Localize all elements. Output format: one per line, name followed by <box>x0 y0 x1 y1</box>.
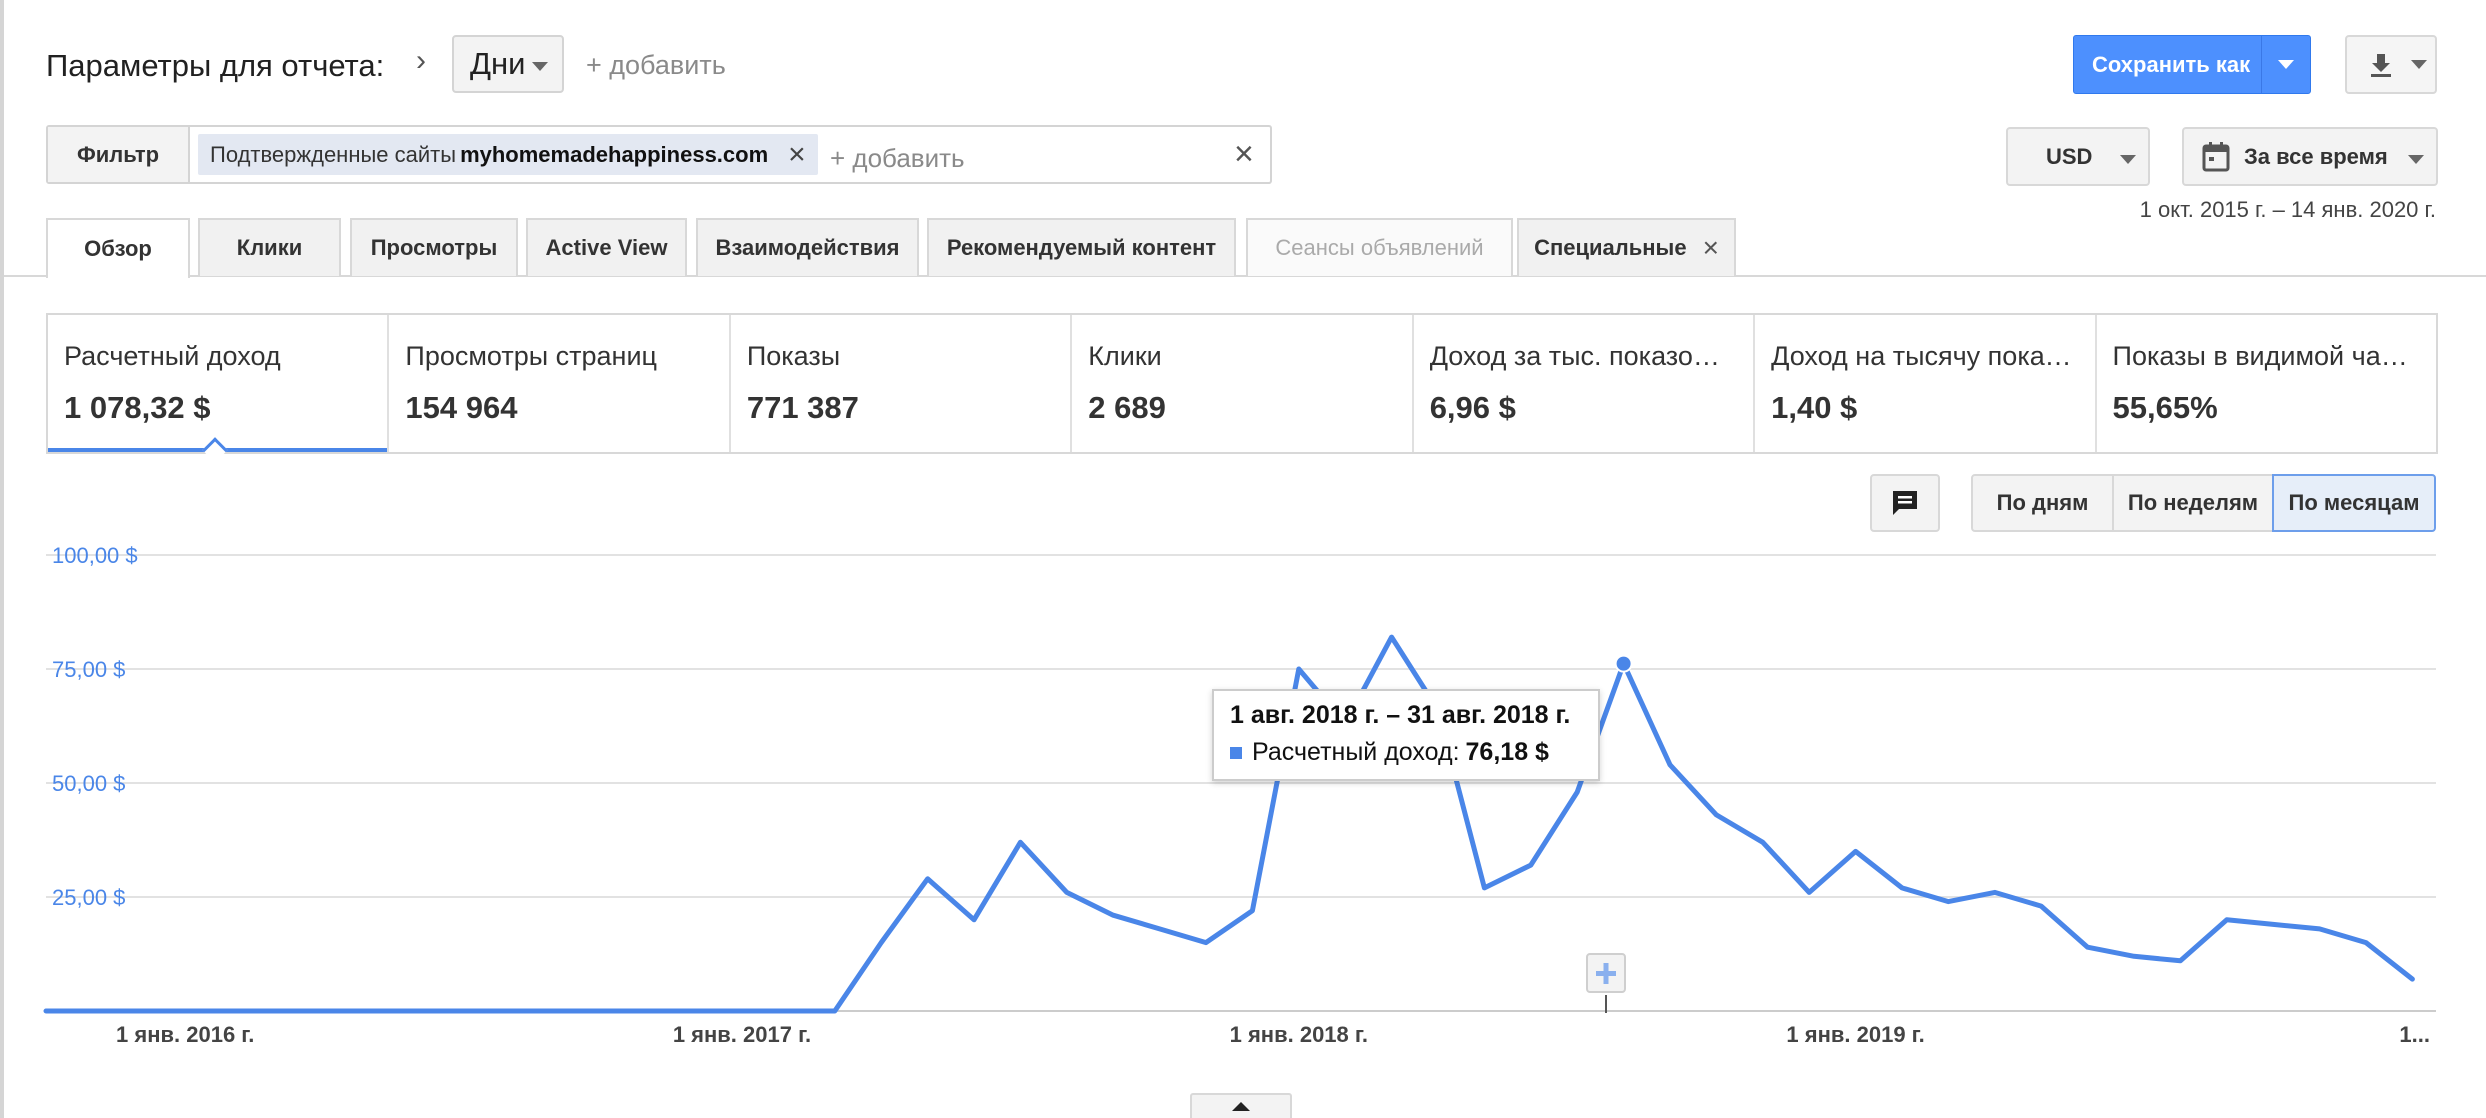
metric-card-impression-rpm[interactable]: Доход на тысячу показ... 1,40 $ <box>1755 315 2097 452</box>
tab-clicks[interactable]: Клики <box>198 218 341 276</box>
metric-value: 2 689 <box>1088 390 1166 425</box>
filter-button[interactable]: Фильтр <box>48 127 190 182</box>
caret-down-icon <box>2411 60 2427 69</box>
filter-add-input[interactable]: + добавить <box>830 143 965 174</box>
report-params-title: Параметры для отчета: <box>46 48 385 83</box>
caret-down-icon <box>2120 155 2136 164</box>
date-preset-value: За все время <box>2244 143 2388 169</box>
tab-recommended-content[interactable]: Рекомендуемый контент <box>927 218 1236 276</box>
tooltip-title: 1 авг. 2018 г. – 31 авг. 2018 г. <box>1230 701 1571 729</box>
metric-name: Показы в видимой час... <box>2112 341 2417 371</box>
caret-down-icon <box>2278 60 2295 69</box>
metric-name: Просмотры страниц <box>405 341 657 371</box>
currency-select[interactable]: USD <box>2006 127 2150 186</box>
download-button[interactable] <box>2345 35 2437 94</box>
y-tick-label: 25,00 $ <box>52 885 125 910</box>
granularity-months-button[interactable]: По месяцам <box>2272 474 2436 532</box>
metric-card-viewability[interactable]: Показы в видимой час... 55,65% <box>2097 315 2436 452</box>
caret-up-icon <box>1232 1102 1250 1111</box>
download-icon <box>2371 53 2391 77</box>
metric-value: 1 078,32 $ <box>64 390 211 425</box>
metric-name: Показы <box>746 341 841 371</box>
filter-chip-value: myhomemadehappiness.com <box>460 141 769 167</box>
granularity-toggle: По дням По неделям По месяцам <box>1971 474 2436 532</box>
metric-value: 55,65% <box>2112 390 2218 425</box>
tab-interactions[interactable]: Взаимодействия <box>696 218 919 276</box>
caret-down-icon <box>532 62 548 71</box>
metric-name: Клики <box>1088 341 1162 371</box>
y-tick-label: 75,00 $ <box>52 657 125 682</box>
filter-bar: Фильтр Подтвержденные сайты myhomemadeha… <box>46 125 1272 184</box>
metric-card-page-views[interactable]: Просмотры страниц 154 964 <box>389 315 731 452</box>
granularity-weeks-button[interactable]: По неделям <box>2112 474 2274 532</box>
metric-value: 771 387 <box>746 390 859 425</box>
y-tick-label: 50,00 $ <box>52 771 125 796</box>
metric-name: Доход на тысячу показ... <box>1771 341 2080 371</box>
tab-custom[interactable]: Специальные × <box>1517 218 1736 276</box>
metric-cards: Расчетный доход 1 078,32 $ Просмотры стр… <box>46 313 2438 454</box>
tab-ad-sessions: Сеансы объявлений <box>1246 218 1513 276</box>
save-as-label: Сохранить как <box>2092 51 2251 77</box>
save-as-dropdown[interactable] <box>2261 36 2310 93</box>
dimension-select-value: Дни <box>470 46 526 81</box>
metric-name: Расчетный доход <box>64 341 281 371</box>
metric-card-clicks[interactable]: Клики 2 689 <box>1072 315 1414 452</box>
highlighted-point <box>1614 654 1633 673</box>
plus-icon <box>1603 963 1609 984</box>
x-tick-label: 1 янв. 2016 г. <box>116 1022 254 1047</box>
tooltip-row: Расчетный доход: 76,18 $ <box>1230 738 1598 767</box>
x-tick-label: 1 янв. 2018 г. <box>1230 1022 1368 1047</box>
chart-tooltip: 1 авг. 2018 г. – 31 авг. 2018 г. Расчетн… <box>1212 689 1600 781</box>
comment-icon <box>1893 491 1917 515</box>
tab-active-view[interactable]: Active View <box>526 218 687 276</box>
granularity-days-button[interactable]: По дням <box>1971 474 2114 532</box>
chevron-right-icon: › <box>416 44 426 77</box>
caret-down-icon <box>2408 155 2424 164</box>
metric-card-impressions[interactable]: Показы 771 387 <box>731 315 1073 452</box>
x-tick-label: 1 янв. 2019 г. <box>1786 1022 1924 1047</box>
metric-card-estimated-revenue[interactable]: Расчетный доход 1 078,32 $ <box>48 315 390 452</box>
metric-card-page-rpm[interactable]: Доход за тыс. показов ... 6,96 $ <box>1414 315 1756 452</box>
calendar-icon <box>2202 141 2230 171</box>
metric-value: 6,96 $ <box>1429 390 1516 425</box>
tab-custom-label: Специальные <box>1534 235 1687 260</box>
x-tick-label: 1 янв. 2017 г. <box>673 1022 811 1047</box>
tab-views[interactable]: Просмотры <box>350 218 518 276</box>
filter-chip-prefix: Подтвержденные сайты <box>210 141 457 167</box>
currency-value: USD <box>2046 143 2093 169</box>
tooltip-series-label: Расчетный доход: <box>1252 738 1460 766</box>
dimension-select[interactable]: Дни <box>452 35 564 93</box>
tab-overview[interactable]: Обзор <box>46 218 190 278</box>
tooltip-value: 76,18 $ <box>1465 738 1549 766</box>
filter-chip[interactable]: Подтвержденные сайты myhomemadehappiness… <box>198 134 818 175</box>
add-dimension-link[interactable]: + добавить <box>586 50 726 81</box>
collapse-chart-button[interactable] <box>1190 1093 1292 1118</box>
clear-filters-icon[interactable]: × <box>1234 135 1254 174</box>
annotations-button[interactable] <box>1870 474 1940 532</box>
close-icon[interactable]: × <box>788 139 806 170</box>
close-icon[interactable]: × <box>1703 232 1719 264</box>
date-range-text: 1 окт. 2015 г. – 14 янв. 2020 г. <box>2139 197 2436 222</box>
metric-name: Доход за тыс. показов ... <box>1429 341 1738 371</box>
date-range-select[interactable]: За все время <box>2182 127 2438 186</box>
x-tick-label: 1... <box>2399 1022 2430 1047</box>
metric-value: 154 964 <box>405 390 518 425</box>
series-swatch <box>1230 746 1242 759</box>
revenue-line-chart: 100,00 $ 75,00 $ 50,00 $ 25,00 $ 1 янв. 2016… <box>43 543 2436 1047</box>
metric-value: 1,40 $ <box>1771 390 1858 425</box>
y-tick-label: 100,00 $ <box>52 543 138 568</box>
save-as-button[interactable]: Сохранить как <box>2073 35 2311 94</box>
